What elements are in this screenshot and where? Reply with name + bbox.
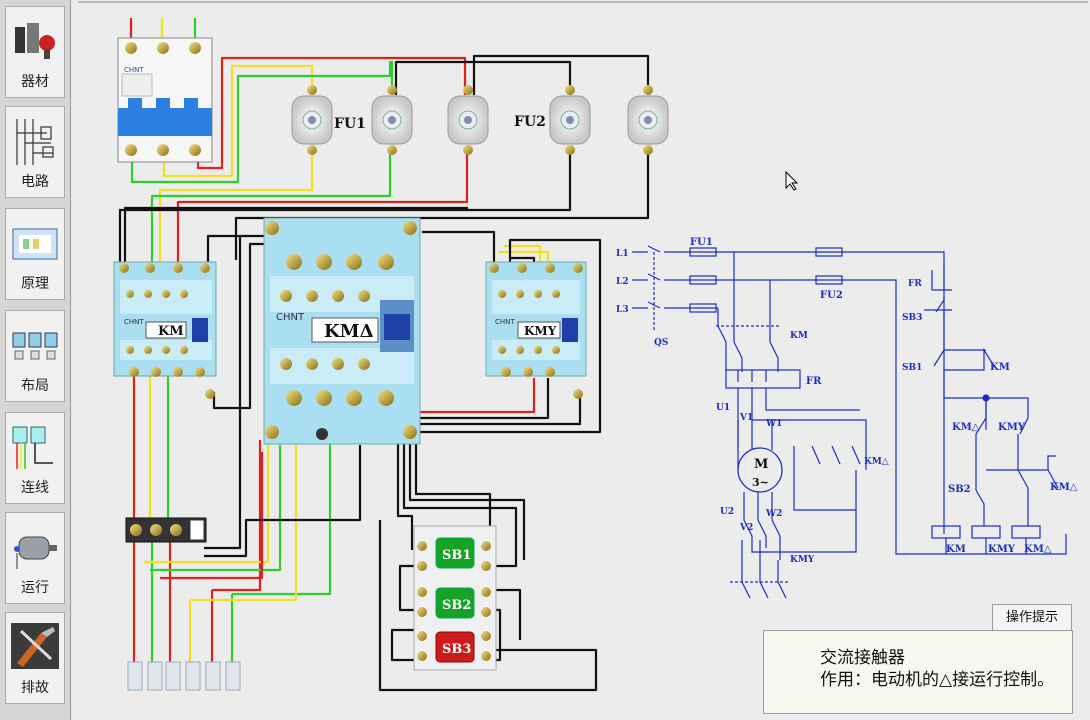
sidebar-item-label: 电路: [21, 174, 49, 190]
fu1-label: FU1: [334, 116, 366, 132]
fuse-group: FU1 FU2: [291, 85, 669, 155]
km-brand: CHNT: [124, 318, 144, 326]
hint-body: 作用：电动机的△接运行控制。: [820, 670, 1055, 690]
equipment-icon: [15, 23, 55, 59]
kmy-label: KMY: [524, 324, 557, 338]
sidebar-item-wiring[interactable]: 连线: [5, 412, 65, 504]
sidebar-item-label: 原理: [21, 276, 49, 292]
sb1-button[interactable]: SB1: [435, 537, 475, 569]
button-box: SB1 SB2 SB3: [413, 525, 497, 671]
sidebar-item-run[interactable]: 运行: [5, 512, 65, 604]
schem-coil-km: KM: [946, 544, 966, 555]
sidebar-item-label: 排故: [21, 680, 49, 696]
schem-ctrl-km-delta2: KM△: [1050, 482, 1078, 493]
operation-hint-tab[interactable]: 操作提示: [992, 604, 1072, 630]
kmy-brand: CHNT: [495, 318, 515, 326]
schem-qs: QS: [654, 338, 668, 348]
schem-ctrl-km-delta: KM△: [952, 422, 980, 433]
schem-km: KM: [790, 331, 808, 341]
sidebar-item-label: 布局: [21, 378, 49, 394]
sidebar-item-troubleshoot[interactable]: 排故: [5, 612, 65, 704]
sidebar-item-circuit[interactable]: 电路: [5, 106, 65, 198]
hint-title: 交流接触器: [820, 648, 905, 668]
schem-fr: FR: [806, 376, 822, 387]
sb1-label: SB1: [442, 548, 471, 563]
km-delta-brand: CHNT: [276, 312, 305, 323]
fuse[interactable]: [447, 85, 489, 155]
hint-panel: 交流接触器 作用：电动机的△接运行控制。: [763, 630, 1073, 714]
schem-fu2: FU2: [820, 290, 843, 301]
schem-motor-phase: 3~: [752, 476, 769, 489]
fu2-label: FU2: [514, 114, 546, 130]
sidebar: 器材 电路 原理 布局 连线 运行 排故: [0, 0, 71, 720]
troubleshoot-icon: [11, 623, 59, 669]
sidebar-item-label: 器材: [21, 74, 49, 90]
sb2-label: SB2: [442, 598, 471, 613]
thermal-relay[interactable]: [125, 517, 207, 543]
sb2-button[interactable]: SB2: [435, 587, 475, 619]
schem-coil-kmy: KMY: [988, 544, 1016, 555]
schem-u1: U1: [716, 403, 730, 413]
schem-motor-m: M: [754, 457, 768, 472]
schem-l2: L2: [616, 277, 629, 287]
fuse[interactable]: [291, 85, 333, 155]
sidebar-item-equipment[interactable]: 器材: [5, 6, 65, 98]
sidebar-item-label: 连线: [21, 480, 49, 496]
schem-km-delta: KM△: [864, 457, 889, 467]
contactor-km[interactable]: KM CHNT: [113, 261, 217, 399]
breaker-brand: CHNT: [124, 66, 144, 74]
schem-sb2: SB2: [948, 484, 971, 495]
schem-ctrl-fr: FR: [908, 279, 922, 289]
fuse[interactable]: [627, 85, 669, 155]
fuse[interactable]: [549, 85, 591, 155]
terminal-block[interactable]: [127, 661, 241, 691]
sb3-label: SB3: [442, 642, 471, 657]
schem-v2: V2: [739, 523, 753, 533]
circuit-breaker[interactable]: CHNT: [117, 37, 213, 163]
fuse[interactable]: [371, 85, 413, 155]
schem-v1: V1: [739, 413, 753, 423]
schematic-labels: L1 L2 L3 QS FU1 FU2 KM FR U1 V1 W1 M 3~ …: [616, 237, 1078, 565]
sidebar-item-label: 运行: [21, 580, 49, 596]
contactor-kmy[interactable]: KMY CHNT: [485, 261, 587, 399]
sidebar-item-principle[interactable]: 原理: [5, 208, 65, 300]
schem-sb1: SB1: [902, 363, 922, 373]
layout-icon: [12, 332, 58, 360]
km-label: KM: [158, 324, 184, 339]
km-delta-label: KMΔ: [324, 321, 374, 342]
contactor-km-delta[interactable]: KMΔ CHNT: [263, 217, 421, 445]
motor-run-icon: [14, 536, 57, 569]
schem-ctrl-kmy: KMY: [998, 422, 1026, 433]
wiring-workspace: CHNT FU1 FU2 KM CHNT KMΔ CHNT KMY CHNT S…: [72, 0, 1090, 720]
principle-icon: [12, 228, 58, 260]
mouse-cursor: [785, 170, 799, 191]
schem-ctrl-km: KM: [990, 362, 1010, 373]
schem-u2: U2: [720, 507, 734, 517]
schem-w1: W1: [765, 419, 782, 429]
wiring-icon: [12, 426, 53, 469]
schem-w2: W2: [765, 509, 782, 519]
schem-kmy: KMY: [790, 555, 815, 565]
schem-fu1: FU1: [690, 237, 713, 248]
schem-sb3: SB3: [902, 313, 922, 323]
sidebar-item-layout[interactable]: 布局: [5, 310, 65, 402]
sb3-button[interactable]: SB3: [435, 631, 475, 663]
circuit-icon: [16, 119, 54, 165]
schem-l1: L1: [616, 249, 629, 259]
schem-coil-km-delta: KM△: [1024, 544, 1052, 555]
schem-l3: L3: [616, 305, 629, 315]
